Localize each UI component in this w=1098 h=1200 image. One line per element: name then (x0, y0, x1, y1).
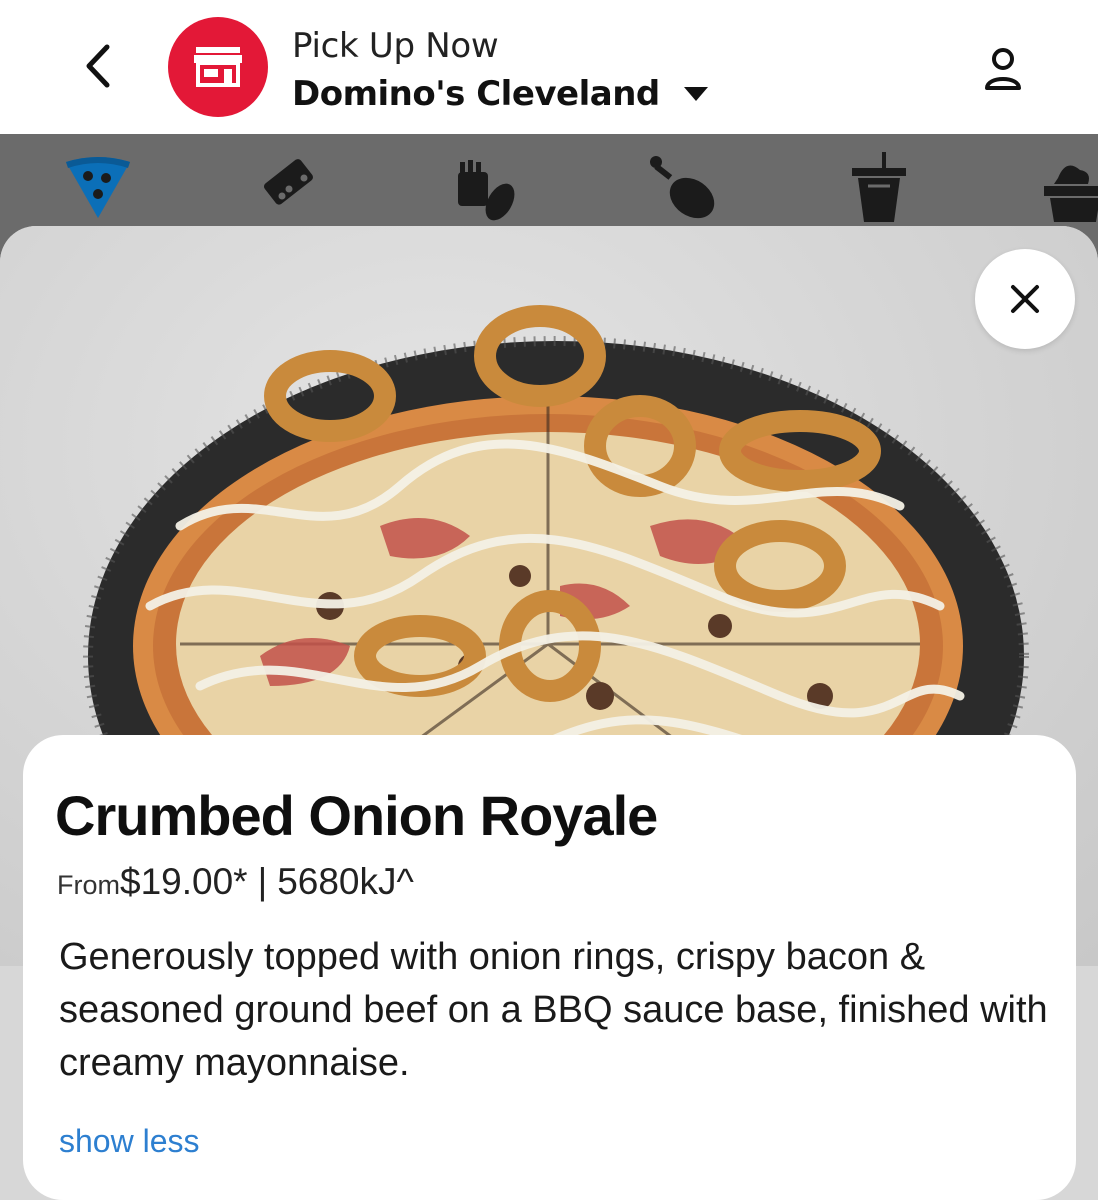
store-name: Domino's Cleveland (292, 74, 660, 114)
fries-icon (458, 160, 515, 221)
price-value: $19.00* (120, 861, 248, 902)
back-button[interactable] (70, 36, 126, 96)
store-type-button[interactable] (168, 17, 268, 117)
cup-icon (852, 152, 906, 222)
close-button[interactable] (975, 249, 1075, 349)
order-mode-label: Pick Up Now (292, 26, 499, 66)
person-icon (985, 48, 1021, 90)
category-desserts[interactable] (1040, 152, 1098, 232)
category-drinks[interactable] (846, 152, 926, 232)
price-energy-row: From $19.00* | 5680kJ^ (57, 861, 414, 903)
category-sides[interactable] (450, 152, 530, 232)
category-pizza[interactable] (62, 152, 142, 232)
show-less-link[interactable]: show less (59, 1123, 200, 1160)
product-title: Crumbed Onion Royale (55, 784, 658, 847)
store-selector[interactable]: Domino's Cleveland (292, 74, 708, 114)
dessert-icon (1044, 165, 1098, 222)
from-label: From (57, 870, 120, 900)
energy-value: 5680kJ^ (277, 861, 414, 902)
category-chicken[interactable] (646, 152, 726, 232)
chevron-left-icon (86, 44, 110, 88)
close-icon (1011, 285, 1039, 313)
domino-icon (263, 159, 313, 205)
storefront-icon (194, 47, 242, 87)
caret-down-icon (683, 87, 708, 101)
account-button[interactable] (970, 36, 1036, 102)
separator: | (257, 861, 268, 902)
drumstick-icon (650, 156, 715, 219)
top-bar: Pick Up Now Domino's Cleveland (0, 0, 1098, 134)
category-deals[interactable] (256, 152, 336, 232)
product-description: Generously topped with onion rings, cris… (59, 936, 1048, 1084)
pizza-slice-icon (66, 157, 130, 218)
product-info-card: Crumbed Onion Royale From $19.00* | 5680… (23, 735, 1076, 1200)
